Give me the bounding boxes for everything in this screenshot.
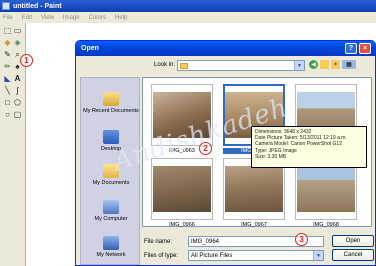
cancel-button[interactable]: Cancel (332, 249, 374, 261)
tooltip-line: Size: 3.30 MB (255, 153, 287, 160)
paint-app-icon (2, 2, 10, 10)
filetype-label: Files of type: (144, 253, 179, 259)
close-button[interactable]: × (359, 43, 371, 54)
desktop-icon (103, 130, 119, 144)
places-bar: My Recent Documents Desktop My Documents… (80, 77, 140, 265)
filename-row: File name: IMG_0964 Open (142, 235, 374, 248)
annotation-marker: 1 (20, 54, 33, 67)
menu-file[interactable]: File (3, 15, 13, 21)
color-picker-icon[interactable]: ✎ (3, 50, 12, 59)
my-documents-icon (103, 164, 119, 178)
eraser-icon[interactable]: ◆ (3, 38, 12, 47)
free-select-icon[interactable]: ⬚ (3, 26, 12, 35)
annotation-marker: 2 (199, 142, 212, 155)
file-thumbnail[interactable] (151, 158, 213, 220)
menu-colors[interactable]: Colors (89, 15, 106, 21)
file-name[interactable]: IMG_0967 (223, 222, 285, 228)
recent-documents-icon (103, 92, 119, 106)
airbrush-icon[interactable]: ◣ (3, 74, 12, 83)
pencil-icon[interactable]: ✏ (3, 62, 12, 71)
paint-window-title: untitled - Paint (13, 2, 62, 10)
place-label: My Computer (94, 216, 128, 222)
open-button[interactable]: Open (332, 235, 374, 247)
my-computer-icon (103, 200, 119, 214)
folder-icon (180, 62, 188, 69)
place-label: Desktop (100, 146, 122, 152)
ellipse-icon[interactable]: ○ (3, 110, 12, 119)
help-button[interactable]: ? (345, 43, 357, 54)
curve-icon[interactable]: ∫ (13, 86, 22, 95)
menu-image[interactable]: Image (63, 15, 80, 21)
dialog-title-bar: Open ? × (76, 41, 375, 56)
place-my-computer[interactable]: My Computer (81, 200, 141, 222)
menu-edit[interactable]: Edit (22, 15, 32, 21)
chevron-down-icon[interactable]: ▼ (313, 251, 323, 260)
polygon-icon[interactable]: ⬠ (13, 98, 22, 107)
line-icon[interactable]: ╲ (3, 86, 12, 95)
up-folder-icon[interactable] (320, 60, 329, 69)
annotation-marker: 3 (295, 233, 308, 246)
paint-title-bar: untitled - Paint (0, 0, 376, 12)
lookin-label: Look in: (154, 62, 176, 68)
place-label: My Recent Documents (83, 108, 139, 114)
menu-view[interactable]: View (41, 15, 54, 21)
rect-select-icon[interactable]: ▭ (13, 26, 22, 35)
place-label: My Documents (92, 180, 130, 186)
lookin-row: Look in: ▼ ◀ ✶ ▦ (76, 59, 375, 73)
place-label: My Network (96, 252, 126, 258)
file-thumbnail[interactable] (151, 84, 213, 146)
place-desktop[interactable]: Desktop (81, 130, 141, 152)
chevron-down-icon[interactable]: ▼ (294, 61, 304, 70)
rectangle-icon[interactable]: □ (3, 98, 12, 107)
file-info-tooltip: Dimensions: 3648 x 2432 Date Picture Tak… (251, 126, 367, 168)
file-name[interactable]: IMG_0966 (151, 222, 213, 228)
new-folder-icon[interactable]: ✶ (331, 60, 340, 69)
rounded-rect-icon[interactable]: ▢ (13, 110, 22, 119)
filename-label: File name: (144, 239, 173, 245)
views-menu-icon[interactable]: ▦ (342, 60, 356, 69)
lookin-dropdown[interactable]: ▼ (177, 60, 305, 71)
my-network-icon (103, 236, 119, 250)
place-recent-documents[interactable]: My Recent Documents (81, 92, 141, 114)
paint-app: untitled - Paint File Edit View Image Co… (0, 0, 376, 266)
filetype-value: All Picture Files (191, 252, 233, 259)
filetype-row: Files of type: All Picture Files ▼ Cance… (142, 249, 374, 262)
nav-toolbar: ◀ ✶ ▦ (309, 60, 356, 69)
paint-menu-bar: File Edit View Image Colors Help (0, 12, 376, 23)
fill-icon[interactable]: ◈ (13, 38, 22, 47)
dialog-title: Open (81, 45, 99, 52)
text-icon[interactable]: A (13, 74, 22, 83)
menu-help[interactable]: Help (115, 15, 127, 21)
place-my-documents[interactable]: My Documents (81, 164, 141, 186)
filetype-select[interactable]: All Picture Files ▼ (188, 250, 324, 261)
file-name[interactable]: IMG_0968 (295, 222, 357, 228)
place-my-network[interactable]: My Network (81, 236, 141, 258)
back-icon[interactable]: ◀ (309, 60, 318, 69)
